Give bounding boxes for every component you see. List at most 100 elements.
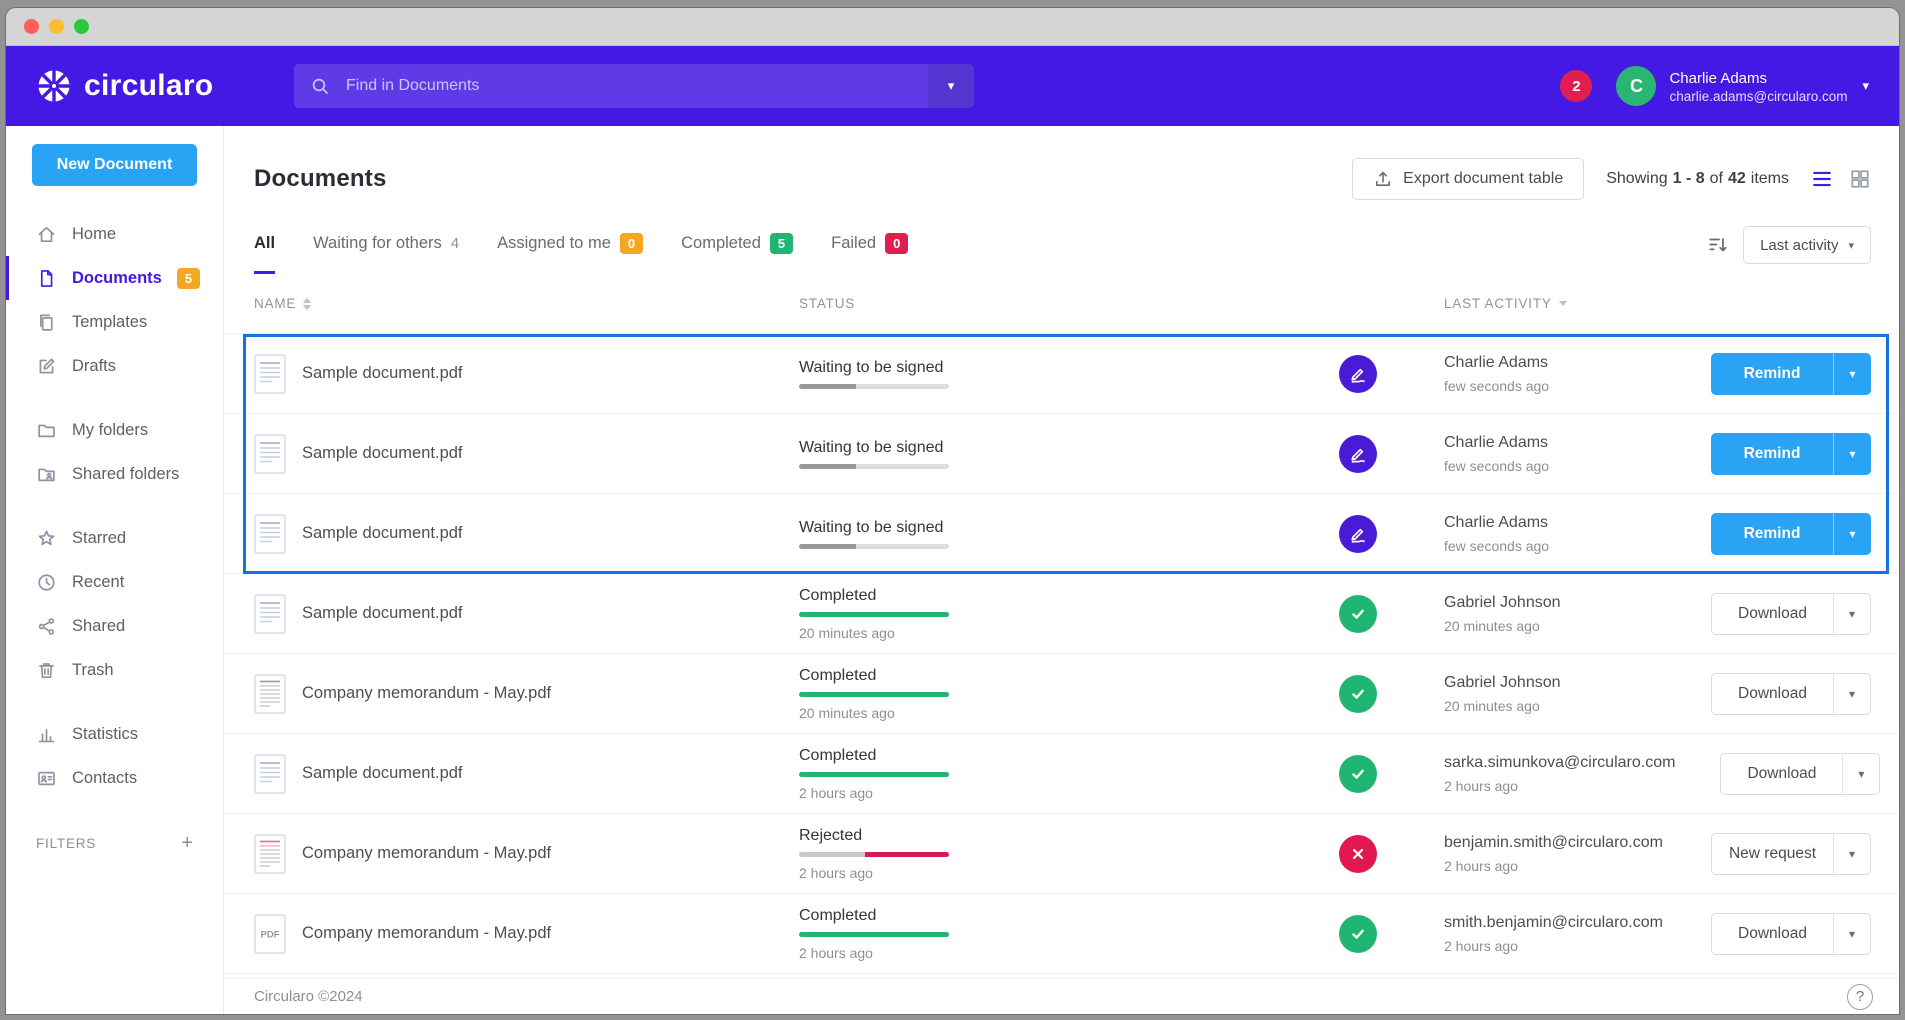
document-name: Sample document.pdf [302, 524, 463, 543]
tab-label: Completed [681, 234, 761, 253]
row-action-dropdown[interactable]: ▾ [1833, 433, 1871, 475]
activity-actor: sarka.simunkova@circularo.com [1444, 754, 1675, 772]
sidebar-item-label: Trash [72, 661, 114, 680]
table-row[interactable]: PDF Company memorandum - May.pdf Complet… [224, 894, 1899, 974]
status-text: Waiting to be signed [799, 439, 1339, 457]
sidebar-item-home[interactable]: Home [6, 212, 223, 256]
drafts-icon [36, 356, 57, 377]
row-action-dropdown[interactable]: ▾ [1833, 513, 1871, 555]
table-row[interactable]: Sample document.pdf Completed 2 hours ag… [224, 734, 1899, 814]
search-input[interactable] [344, 76, 928, 96]
new-document-button[interactable]: New Document [32, 144, 197, 186]
column-header-last-activity[interactable]: LAST ACTIVITY [1444, 296, 1666, 311]
zoom-window-button[interactable] [74, 19, 89, 34]
sidebar-item-contacts[interactable]: Contacts [6, 756, 223, 800]
brand-logo[interactable]: circularo [36, 68, 268, 104]
sidebar-item-statistics[interactable]: Statistics [6, 712, 223, 756]
sidebar-item-templates[interactable]: Templates [6, 300, 223, 344]
status-text: Rejected [799, 827, 1339, 845]
column-header-name[interactable]: NAME [254, 296, 799, 311]
signature-icon [1339, 515, 1377, 553]
sidebar-item-drafts[interactable]: Drafts [6, 344, 223, 388]
remind-button[interactable]: Remind [1711, 353, 1833, 395]
activity-actor: Charlie Adams [1444, 354, 1666, 372]
row-action-dropdown[interactable]: ▾ [1833, 593, 1871, 635]
sidebar-group: StarredRecentShared Trash [6, 516, 223, 692]
document-icon: PDF [254, 914, 286, 954]
list-view-icon [1811, 168, 1833, 190]
cross-icon [1339, 835, 1377, 873]
user-email: charlie.adams@circularo.com [1669, 89, 1847, 104]
row-action-group: Download ▾ [1711, 593, 1871, 635]
tab-label: Failed [831, 234, 876, 253]
activity-actor: Charlie Adams [1444, 514, 1666, 532]
header-right-cluster: 2 C Charlie Adams charlie.adams@circular… [1560, 66, 1869, 106]
export-button-label: Export document table [1403, 170, 1563, 188]
download-button[interactable]: Download [1711, 673, 1833, 715]
sort-by-dropdown[interactable]: Last activity ▾ [1743, 226, 1871, 264]
document-list: Sample document.pdf Waiting to be signed… [224, 334, 1899, 978]
tab-waiting-for-others[interactable]: Waiting for others4 [313, 216, 459, 274]
table-row[interactable]: Sample document.pdf Waiting to be signed… [224, 414, 1899, 494]
export-document-table-button[interactable]: Export document table [1352, 158, 1584, 200]
sidebar-group: My foldersShared folders [6, 408, 223, 496]
search-scope-dropdown[interactable]: ▾ [928, 64, 974, 108]
document-name: Company memorandum - May.pdf [302, 684, 551, 703]
sidebar-item-label: Contacts [72, 769, 137, 788]
sidebar-item-my-folders[interactable]: My folders [6, 408, 223, 452]
sidebar-item-shared[interactable]: Shared [6, 604, 223, 648]
status-time: 20 minutes ago [799, 705, 1339, 721]
sidebar-item-starred[interactable]: Starred [6, 516, 223, 560]
sidebar-item-shared-folders[interactable]: Shared folders [6, 452, 223, 496]
avatar: C [1616, 66, 1656, 106]
filters-label: FILTERS [36, 836, 96, 851]
tab-all[interactable]: All [254, 216, 275, 274]
table-row[interactable]: Company memorandum - May.pdf Rejected 2 … [224, 814, 1899, 894]
status-time: 2 hours ago [799, 785, 1339, 801]
user-menu[interactable]: C Charlie Adams charlie.adams@circularo.… [1616, 66, 1869, 106]
list-view-button[interactable] [1811, 168, 1833, 190]
tab-label: All [254, 234, 275, 253]
notification-badge[interactable]: 2 [1560, 70, 1592, 102]
sidebar-item-label: Documents [72, 269, 162, 288]
avatar-initial: C [1630, 76, 1643, 97]
status-time: 2 hours ago [799, 865, 1339, 881]
table-row[interactable]: Sample document.pdf Completed 20 minutes… [224, 574, 1899, 654]
row-action-dropdown[interactable]: ▾ [1833, 913, 1871, 955]
table-row[interactable]: Sample document.pdf Waiting to be signed… [224, 494, 1899, 574]
remind-button[interactable]: Remind [1711, 433, 1833, 475]
status-progress-bar [799, 384, 949, 389]
tab-failed[interactable]: Failed0 [831, 216, 908, 274]
minimize-window-button[interactable] [49, 19, 64, 34]
row-action-dropdown[interactable]: ▾ [1833, 353, 1871, 395]
table-row[interactable]: Company memorandum - May.pdf Completed 2… [224, 654, 1899, 734]
grid-view-button[interactable] [1849, 168, 1871, 190]
tab-assigned-to-me[interactable]: Assigned to me0 [497, 216, 643, 274]
row-action-dropdown[interactable]: ▾ [1833, 673, 1871, 715]
row-action-dropdown[interactable]: ▾ [1842, 753, 1880, 795]
tab-completed[interactable]: Completed5 [681, 216, 793, 274]
column-header-status[interactable]: STATUS [799, 296, 1339, 311]
sidebar-item-trash[interactable]: Trash [6, 648, 223, 692]
add-filter-button[interactable]: + [175, 832, 199, 854]
new-request-button[interactable]: New request [1711, 833, 1833, 875]
download-button[interactable]: Download [1711, 593, 1833, 635]
remind-button[interactable]: Remind [1711, 513, 1833, 555]
sidebar-item-recent[interactable]: Recent [6, 560, 223, 604]
sidebar: New Document HomeDocuments5TemplatesDraf… [6, 126, 224, 1014]
svg-text:PDF: PDF [261, 929, 280, 940]
contacts-icon [36, 768, 57, 789]
sidebar-item-documents[interactable]: Documents5 [6, 256, 223, 300]
document-icon [254, 354, 286, 394]
table-row[interactable]: Sample document.pdf Waiting to be signed… [224, 334, 1899, 414]
download-button[interactable]: Download [1720, 753, 1842, 795]
row-action-dropdown[interactable]: ▾ [1833, 833, 1871, 875]
document-name: Sample document.pdf [302, 364, 463, 383]
help-button[interactable]: ? [1847, 984, 1873, 1010]
close-window-button[interactable] [24, 19, 39, 34]
row-action-group: Remind ▾ [1711, 353, 1871, 395]
download-button[interactable]: Download [1711, 913, 1833, 955]
sort-icon[interactable] [1707, 234, 1729, 256]
content-footer: Circularo ©2024 ? [224, 978, 1899, 1014]
row-action-group: Download ▾ [1711, 673, 1871, 715]
